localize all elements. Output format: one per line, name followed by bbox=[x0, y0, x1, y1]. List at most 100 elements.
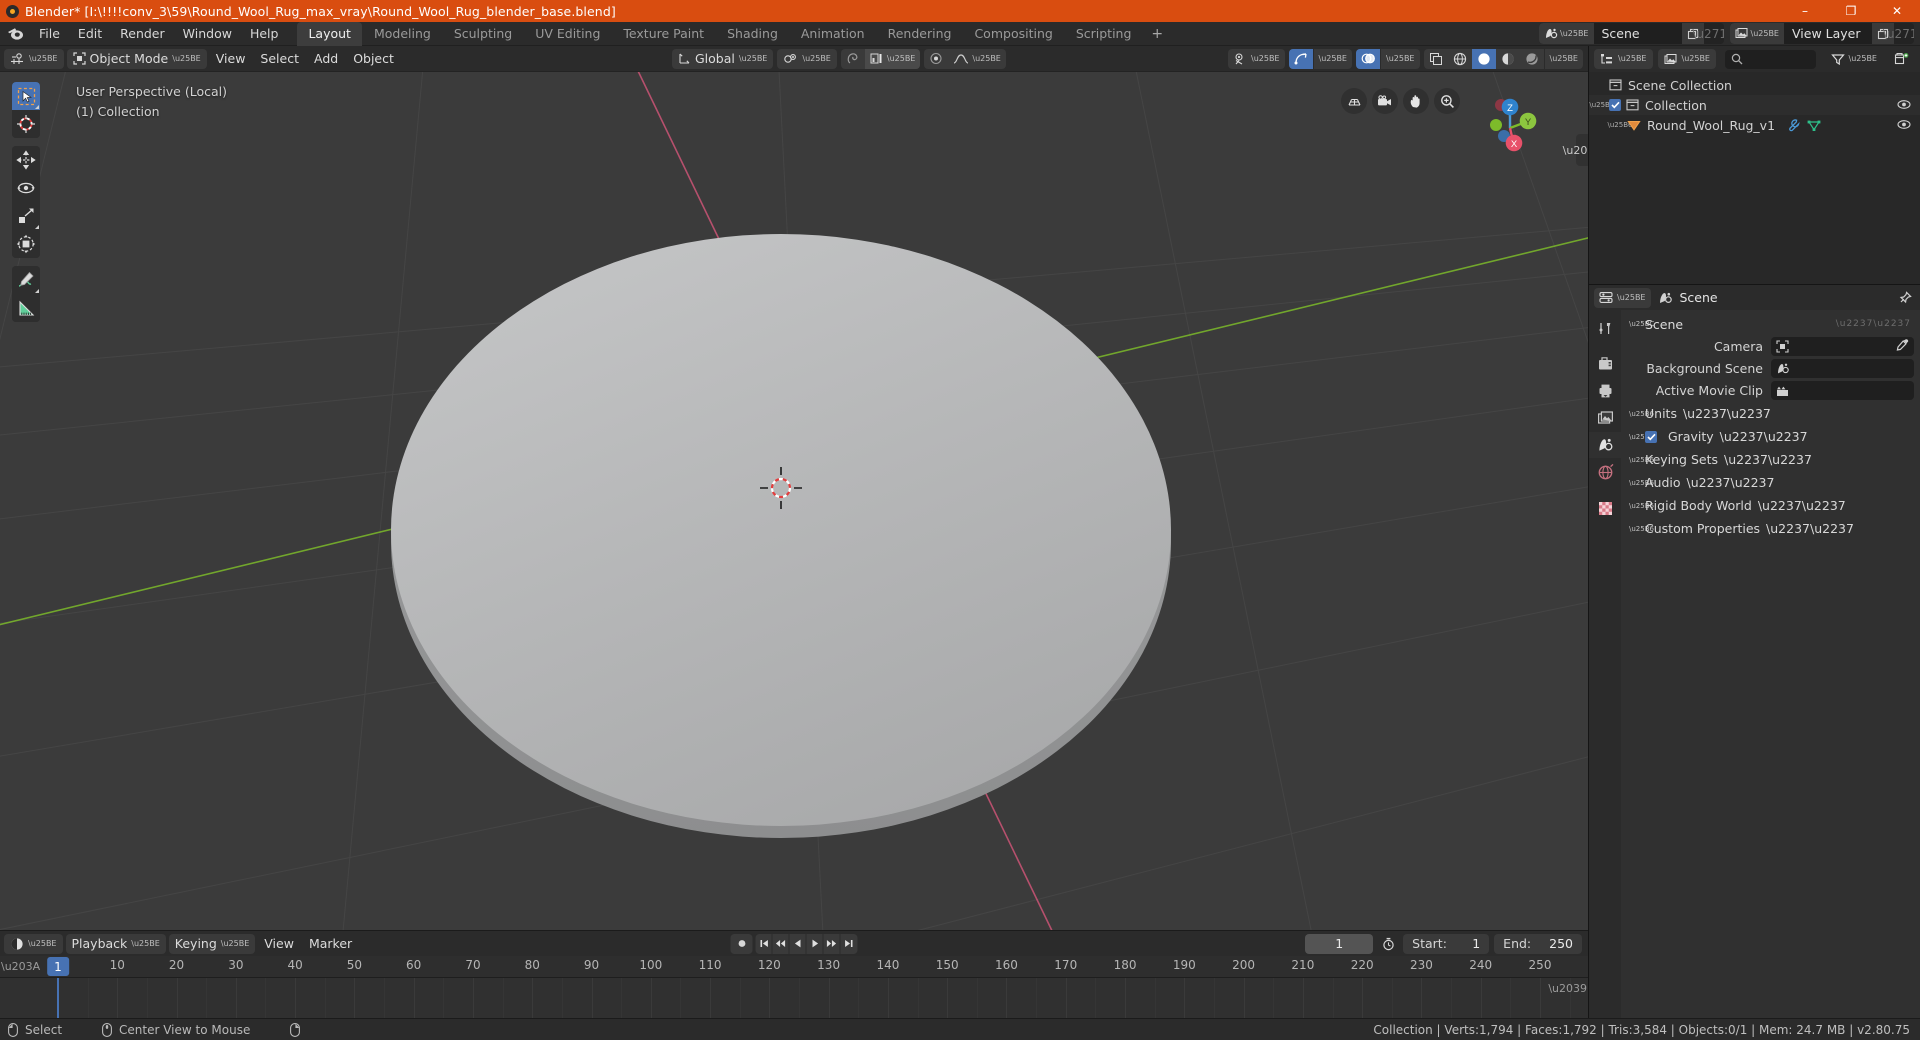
annotate-tool[interactable] bbox=[12, 266, 40, 294]
editor-type-selector[interactable]: \u25BE bbox=[4, 48, 64, 69]
tab-uv-editing[interactable]: UV Editing bbox=[524, 22, 611, 46]
scene-panel-header[interactable]: \u25BC Scene \u2237\u2237 bbox=[1621, 313, 1920, 335]
mesh-data-icon[interactable] bbox=[1807, 119, 1821, 132]
menu-window[interactable]: Window bbox=[174, 23, 241, 44]
maximize-button[interactable]: ❐ bbox=[1828, 0, 1874, 22]
rigid-body-world-subpanel[interactable]: \u25B6 Rigid Body World \u2237\u2237 bbox=[1621, 494, 1920, 517]
proportional-editing-group[interactable]: \u25BE bbox=[924, 48, 1006, 69]
expand-triangle-icon[interactable]: \u25B6 bbox=[1629, 479, 1654, 487]
audio-subpanel[interactable]: \u25B6 Audio \u2237\u2237 bbox=[1621, 471, 1920, 494]
properties-editor-type-selector[interactable]: \u25BE bbox=[1594, 287, 1651, 308]
active-movie-clip-field[interactable] bbox=[1771, 381, 1914, 400]
transform-orientation-selector[interactable]: Global \u25BE bbox=[672, 48, 774, 69]
keying-sets-subpanel[interactable]: \u25B6 Keying Sets \u2237\u2237 bbox=[1621, 448, 1920, 471]
panel-expand-triangle-icon[interactable]: \u25BC bbox=[1629, 320, 1654, 328]
shading-group[interactable]: \u25BE bbox=[1423, 48, 1584, 69]
timeline-editor-type-selector[interactable]: \u25BE bbox=[4, 933, 63, 954]
tab-rendering[interactable]: Rendering bbox=[877, 22, 963, 46]
view-layer-tab[interactable] bbox=[1589, 405, 1621, 431]
proportional-toggle-icon[interactable] bbox=[924, 49, 948, 69]
output-tab[interactable] bbox=[1589, 378, 1621, 404]
gravity-subpanel[interactable]: \u25B6 Gravity \u2237\u2237 bbox=[1621, 425, 1920, 448]
eye-icon[interactable] bbox=[1897, 98, 1911, 113]
move-tool[interactable] bbox=[12, 146, 40, 174]
viewport-menu-object[interactable]: Object bbox=[347, 49, 400, 69]
tab-scripting[interactable]: Scripting bbox=[1065, 22, 1143, 46]
menu-render[interactable]: Render bbox=[111, 23, 174, 44]
measure-tool[interactable] bbox=[12, 294, 40, 322]
outliner-tree[interactable]: Scene Collection \u25BC Collection \u25B… bbox=[1589, 72, 1920, 284]
cursor-tool[interactable] bbox=[12, 110, 40, 138]
camera-view-icon[interactable] bbox=[1372, 88, 1398, 114]
camera-field[interactable] bbox=[1771, 337, 1914, 356]
timeline-scroll-right-icon[interactable]: \u2039 bbox=[1548, 982, 1587, 995]
snap-target-icon[interactable]: \u25BE bbox=[864, 48, 921, 69]
menu-help[interactable]: Help bbox=[241, 23, 288, 44]
tab-texture-paint[interactable]: Texture Paint bbox=[612, 22, 715, 46]
wireframe-shading-icon[interactable] bbox=[1448, 49, 1472, 69]
play-reverse-button[interactable] bbox=[790, 933, 807, 954]
outliner-row-scene-collection[interactable]: Scene Collection bbox=[1589, 75, 1920, 95]
outliner-filter-button[interactable]: \u25BE bbox=[1825, 49, 1884, 69]
scene-tab[interactable] bbox=[1589, 432, 1621, 458]
view-layer-name-field[interactable]: View Layer bbox=[1784, 23, 1872, 44]
timeline-menu-playback[interactable]: Playback \u25BE bbox=[65, 933, 166, 954]
gizmo-options-chevron-icon[interactable]: \u25BE bbox=[1314, 49, 1353, 69]
end-frame-field[interactable]: End: 250 bbox=[1494, 933, 1582, 954]
auto-keying-button[interactable] bbox=[730, 933, 753, 954]
collection-checkbox[interactable] bbox=[1609, 99, 1621, 111]
texture-tab[interactable] bbox=[1589, 495, 1621, 521]
start-frame-field[interactable]: Start: 1 bbox=[1403, 933, 1490, 954]
world-tab[interactable] bbox=[1589, 459, 1621, 485]
expand-triangle-icon[interactable]: \u25B6 bbox=[1629, 410, 1654, 418]
pin-icon[interactable] bbox=[1898, 290, 1912, 305]
object-types-visibility-icon[interactable]: \u25BE bbox=[1228, 49, 1285, 69]
overlays-group[interactable]: \u25BE bbox=[1356, 48, 1420, 69]
object-mode-selector[interactable]: Object Mode \u25BE bbox=[66, 48, 207, 69]
timeline-playhead[interactable]: 1 bbox=[47, 957, 69, 976]
menu-file[interactable]: File bbox=[30, 23, 69, 44]
disclosure-triangle-icon[interactable]: \u25BC bbox=[1589, 101, 1614, 109]
play-button[interactable] bbox=[807, 933, 824, 954]
shading-options-chevron-icon[interactable]: \u25BE bbox=[1545, 49, 1584, 69]
show-gizmo-icon[interactable] bbox=[1288, 48, 1313, 69]
falloff-type-icon[interactable]: \u25BE bbox=[948, 49, 1006, 69]
jump-to-start-button[interactable] bbox=[756, 933, 773, 954]
overlay-options-chevron-icon[interactable]: \u25BE bbox=[1381, 49, 1420, 69]
add-workspace-button[interactable]: + bbox=[1143, 22, 1171, 46]
scene-browse-icon[interactable]: \u25BE bbox=[1539, 23, 1594, 44]
tab-compositing[interactable]: Compositing bbox=[963, 22, 1063, 46]
use-preview-range-icon[interactable] bbox=[1378, 934, 1398, 954]
timeline-menu-keying[interactable]: Keying \u25BE bbox=[168, 933, 256, 954]
timeline-body[interactable]: \u2039 bbox=[0, 978, 1588, 1018]
view-layer-browse-icon[interactable]: \u25BE bbox=[1729, 23, 1784, 44]
expand-triangle-icon[interactable]: \u25B6 bbox=[1629, 456, 1654, 464]
scene-name-field[interactable]: Scene bbox=[1593, 23, 1682, 44]
timeline-ruler[interactable]: \u203A 10 20 30 40 50 60 70 80 90 100 110 120 130 140… bbox=[0, 956, 1588, 978]
sidebar-toggle-arrow-icon[interactable]: \u2039 bbox=[1563, 134, 1588, 166]
3d-viewport[interactable]: User Perspective (Local) (1) Collection bbox=[0, 72, 1588, 930]
outliner-new-collection-button[interactable] bbox=[1888, 49, 1915, 69]
tab-layout[interactable]: Layout bbox=[297, 21, 362, 46]
navigation-gizmo[interactable]: Z Y X bbox=[1466, 90, 1544, 168]
toggle-perspective-icon[interactable] bbox=[1341, 88, 1367, 114]
outliner-row-collection[interactable]: \u25BC Collection bbox=[1589, 95, 1920, 115]
solid-shading-icon[interactable] bbox=[1471, 48, 1496, 69]
units-subpanel[interactable]: \u25B6 Units \u2237\u2237 bbox=[1621, 402, 1920, 425]
modifier-wrench-icon[interactable] bbox=[1787, 118, 1800, 132]
rotate-tool[interactable] bbox=[12, 174, 40, 202]
gizmos-group[interactable]: \u25BE bbox=[1288, 48, 1353, 69]
scale-tool[interactable] bbox=[12, 202, 40, 230]
timeline-scroll-left-icon[interactable]: \u203A bbox=[1, 960, 40, 973]
pivot-point-selector[interactable]: \u25BE bbox=[777, 48, 837, 69]
zoom-view-icon[interactable] bbox=[1434, 88, 1460, 114]
view-layer-remove-button[interactable]: \u2715 bbox=[1883, 23, 1914, 44]
timeline-menu-marker[interactable]: Marker bbox=[303, 934, 358, 954]
select-box-tool[interactable] bbox=[12, 82, 40, 110]
viewport-menu-add[interactable]: Add bbox=[308, 49, 344, 69]
render-tab[interactable] bbox=[1589, 351, 1621, 377]
material-preview-shading-icon[interactable] bbox=[1496, 49, 1520, 69]
eye-icon[interactable] bbox=[1897, 118, 1911, 133]
custom-properties-subpanel[interactable]: \u25B6 Custom Properties \u2237\u2237 bbox=[1621, 517, 1920, 540]
viewport-menu-select[interactable]: Select bbox=[254, 49, 305, 69]
